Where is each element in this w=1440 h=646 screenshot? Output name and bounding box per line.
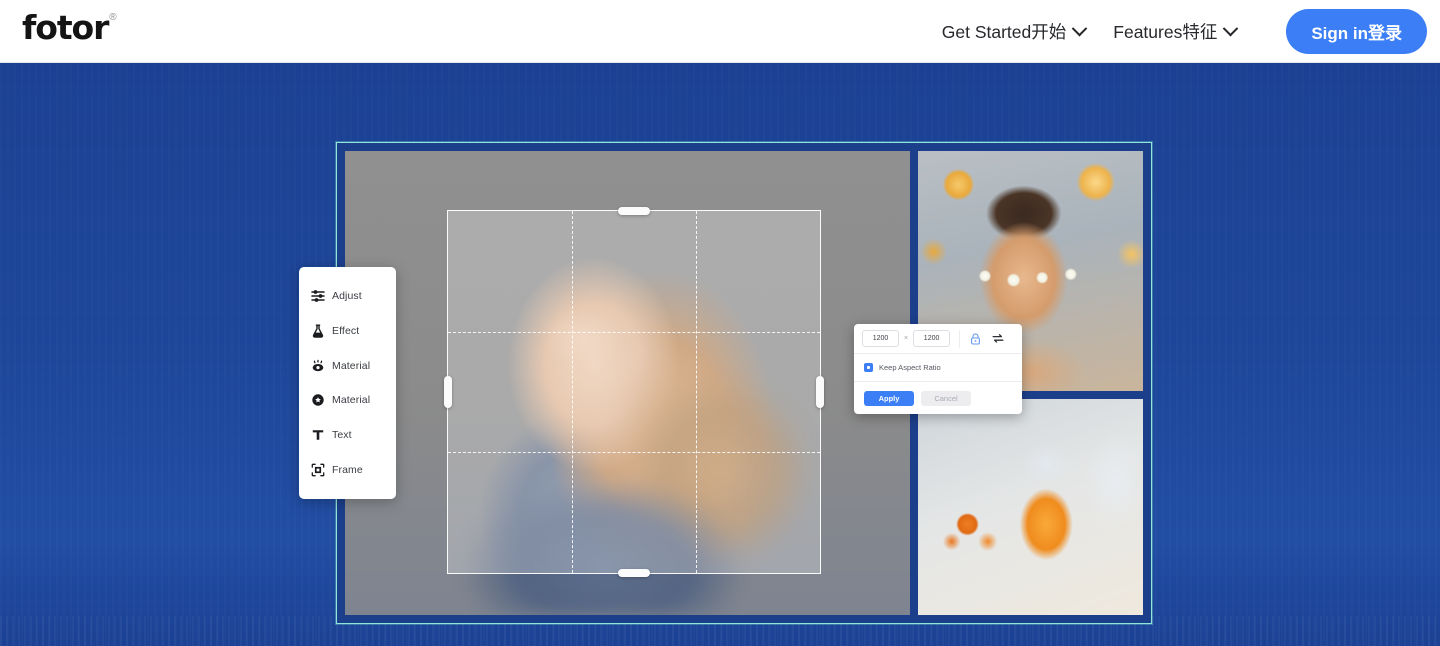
site-header: fotor ® Get Started开始 Features特征 Sign in… [0, 0, 1440, 63]
lock-icon[interactable] [967, 331, 983, 347]
fotor-logo[interactable]: fotor ® [22, 11, 117, 44]
cancel-button[interactable]: Cancel [921, 390, 971, 406]
nav-get-started-label: Get Started开始 [941, 22, 1067, 42]
crop-handle-right[interactable] [816, 376, 824, 408]
chevron-down-icon [1223, 20, 1239, 37]
crop-handle-left[interactable] [444, 376, 452, 408]
tool-menu-item-frame[interactable]: Frame [299, 453, 396, 487]
editor-window [336, 142, 1152, 624]
frame-icon [310, 462, 325, 477]
keep-aspect-ratio-label: Keep Aspect Ratio [879, 363, 941, 372]
dialog-divider [959, 329, 961, 348]
resize-dialog-actions: Apply Cancel [854, 382, 1022, 414]
tool-menu-panel: Adjust Effect Material Material Text Fra… [299, 267, 396, 499]
tool-menu-item-material-2[interactable]: Material [299, 383, 396, 417]
tool-menu-label-text: Text [332, 429, 352, 442]
editor-body [345, 151, 1143, 615]
tool-menu-label-material-1: Material [332, 359, 371, 372]
tool-menu-label-frame: Frame [332, 463, 363, 476]
thumbnail-drink-image [917, 399, 1143, 615]
tool-menu-item-material-1[interactable]: Material [299, 349, 396, 383]
nav-get-started[interactable]: Get Started开始 [928, 0, 1100, 63]
tool-menu-label-adjust: Adjust [332, 290, 362, 302]
tool-menu-item-adjust[interactable]: Adjust [299, 279, 396, 313]
tool-menu-label-material-2: Material [332, 394, 371, 407]
text-t-icon [310, 428, 325, 443]
crop-guide-vertical-2 [695, 211, 697, 573]
tool-menu-item-effect[interactable]: Effect [299, 314, 396, 348]
editor-canvas[interactable] [345, 151, 910, 615]
nav-features[interactable]: Features特征 [1099, 0, 1250, 63]
flask-icon [310, 323, 325, 338]
dimension-separator: × [904, 335, 909, 342]
main-navigation: Get Started开始 Features特征 Sign in登录 [928, 0, 1427, 63]
hero-section: Adjust Effect Material Material Text Fra… [0, 63, 1440, 646]
resize-height-input[interactable] [913, 330, 951, 347]
swap-arrows-icon[interactable] [990, 331, 1006, 347]
nav-features-label: Features特征 [1113, 22, 1218, 42]
crop-guide-vertical-1 [571, 211, 573, 573]
sticker-badge-icon [310, 393, 325, 408]
crop-selection[interactable] [444, 207, 824, 577]
crop-guide-horizontal-2 [448, 452, 820, 454]
resize-dialog: × Keep Aspect Ratio Apply Cance [854, 324, 1022, 414]
apply-button[interactable]: Apply [864, 390, 914, 406]
chevron-down-icon [1071, 20, 1088, 37]
resize-dimensions-row: × [854, 324, 1022, 354]
crop-handle-top[interactable] [618, 207, 650, 215]
tool-menu-item-text[interactable]: Text [299, 418, 396, 452]
eye-sparkle-icon [310, 358, 325, 373]
crop-handle-bottom[interactable] [618, 569, 650, 577]
sliders-icon [310, 289, 325, 304]
crop-guide-horizontal-1 [448, 331, 820, 333]
registered-trademark-icon: ® [109, 12, 117, 23]
thumbnail-orange-drink[interactable] [917, 391, 1143, 615]
keep-aspect-ratio-checkbox[interactable] [864, 363, 873, 372]
tool-menu-label-effect: Effect [332, 324, 360, 337]
logo-wordmark: fotor [22, 8, 109, 47]
sign-in-button[interactable]: Sign in登录 [1286, 9, 1427, 54]
daisy-flowers [971, 259, 1103, 293]
resize-width-input[interactable] [862, 330, 899, 347]
keep-aspect-ratio-row[interactable]: Keep Aspect Ratio [854, 354, 1022, 382]
